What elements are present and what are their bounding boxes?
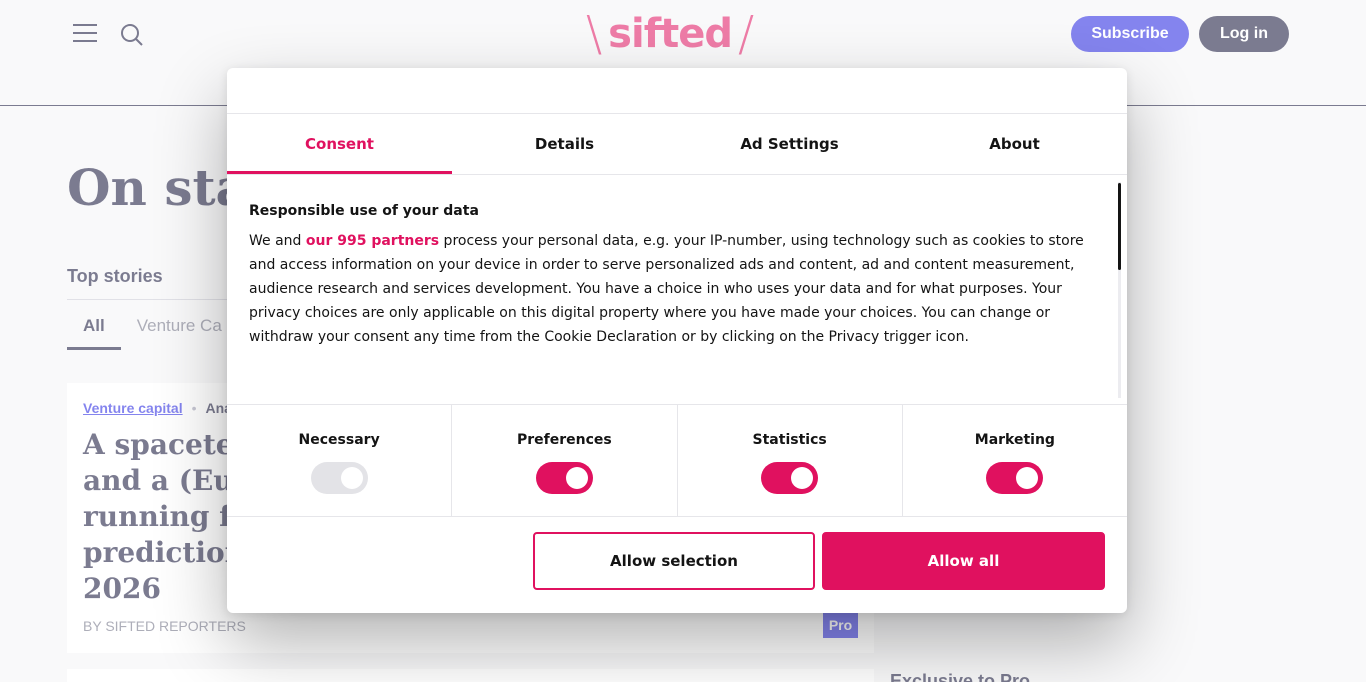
consent-actions: Allow selection Allow all [227,517,1127,613]
dialog-header [227,68,1127,114]
allow-selection-button[interactable]: Allow selection [533,532,815,590]
toggle-label: Necessary [298,432,380,448]
toggle-label: Preferences [517,432,612,448]
category-necessary: Necessary [227,405,453,516]
statistics-toggle[interactable] [761,462,819,494]
consent-categories: Necessary Preferences Statistics Marketi… [227,404,1127,517]
consent-text-intro: We and [249,233,306,249]
text-fade [227,348,1087,404]
toggle-label: Statistics [752,432,827,448]
tab-consent[interactable]: Consent [227,114,452,174]
marketing-toggle[interactable] [986,462,1044,494]
consent-tabs: Consent Details Ad Settings About [227,114,1127,175]
toggle-knob [340,467,363,489]
tab-details[interactable]: Details [452,114,677,174]
necessary-toggle [310,462,368,494]
category-preferences: Preferences [452,405,678,516]
partners-link[interactable]: our 995 partners [306,233,439,249]
tab-ad-settings[interactable]: Ad Settings [677,114,902,174]
category-statistics: Statistics [678,405,903,516]
tab-about[interactable]: About [902,114,1127,174]
consent-heading: Responsible use of your data [249,203,479,219]
consent-body: Responsible use of your data We and our … [227,175,1127,404]
toggle-knob [565,467,588,489]
category-marketing: Marketing [903,405,1127,516]
toggle-label: Marketing [974,432,1055,448]
preferences-toggle[interactable] [535,462,593,494]
toggle-knob [1016,467,1039,489]
consent-text-body: process your personal data, e.g. your IP… [249,233,1084,345]
cookie-consent-dialog: Consent Details Ad Settings About Respon… [227,68,1127,613]
scrollbar-thumb[interactable] [1118,183,1121,270]
toggle-knob [791,467,814,489]
allow-all-button[interactable]: Allow all [822,532,1105,590]
